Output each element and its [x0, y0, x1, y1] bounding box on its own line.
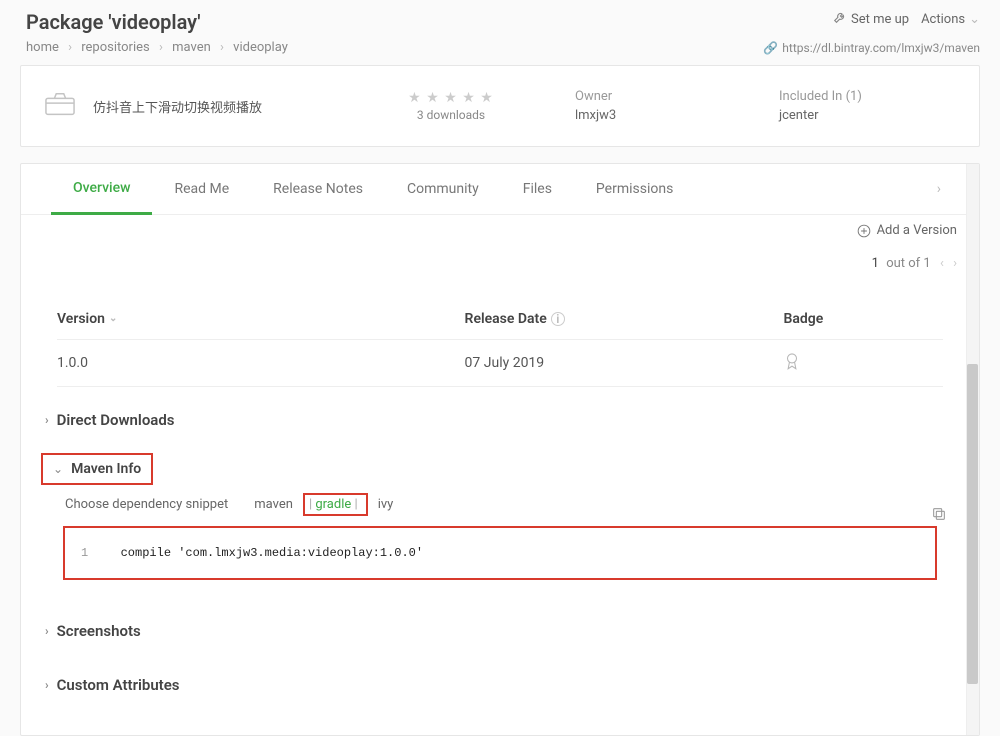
- set-me-up-button[interactable]: Set me up: [833, 10, 909, 28]
- chevron-down-icon: ⌄: [53, 462, 63, 476]
- col-version-header[interactable]: Version: [57, 311, 105, 327]
- included-in-label: Included In (1): [779, 89, 939, 104]
- pager-prev-icon[interactable]: ‹: [940, 256, 944, 271]
- tab-community[interactable]: Community: [385, 165, 501, 213]
- badge-ribbon-icon[interactable]: [784, 355, 800, 374]
- version-cell[interactable]: 1.0.0: [57, 355, 465, 371]
- link-icon: 🔗: [763, 41, 778, 55]
- section-maven-info[interactable]: ⌄ Maven Info: [41, 453, 153, 485]
- tab-permissions[interactable]: Permissions: [574, 165, 695, 213]
- breadcrumb-videoplay[interactable]: videoplay: [233, 40, 288, 55]
- pager-next-icon[interactable]: ›: [953, 256, 957, 271]
- tab-release-notes[interactable]: Release Notes: [251, 165, 385, 213]
- tab-overview[interactable]: Overview: [51, 164, 152, 215]
- tab-files[interactable]: Files: [501, 165, 574, 213]
- package-description: 仿抖音上下滑动切换视频播放: [93, 97, 363, 116]
- copy-icon[interactable]: [931, 506, 947, 526]
- scrollbar-thumb[interactable]: [967, 364, 978, 684]
- sort-caret-icon[interactable]: ⌄: [109, 313, 117, 324]
- scrollbar-track[interactable]: [966, 164, 979, 735]
- version-table-header: Version ⌄ Release Date i Badge: [57, 299, 943, 340]
- tabs: Overview Read Me Release Notes Community…: [21, 164, 979, 215]
- chevron-down-icon: ⌄: [969, 12, 980, 27]
- release-date-cell: 07 July 2019: [465, 355, 784, 371]
- section-direct-downloads[interactable]: › Direct Downloads: [39, 399, 961, 441]
- add-version-button[interactable]: Add a Version: [857, 223, 957, 238]
- package-summary-card: 仿抖音上下滑动切换视频播放 ★ ★ ★ ★ ★ 3 downloads Owne…: [20, 65, 980, 147]
- pager-current: 1: [872, 256, 879, 271]
- chevron-right-icon: ›: [45, 624, 49, 638]
- breadcrumb-repositories[interactable]: repositories: [81, 40, 149, 55]
- dependency-snippet-code[interactable]: 1 compile 'com.lmxjw3.media:videoplay:1.…: [63, 526, 937, 580]
- included-in-link[interactable]: jcenter: [779, 108, 939, 123]
- wrench-icon: [833, 10, 847, 28]
- col-badge-header: Badge: [784, 311, 824, 327]
- page-title: Package 'videoplay': [26, 10, 201, 34]
- info-icon[interactable]: i: [551, 312, 565, 326]
- breadcrumb-maven[interactable]: maven: [172, 40, 211, 55]
- actions-dropdown[interactable]: Actions ⌄: [921, 12, 980, 27]
- col-release-date-header[interactable]: Release Date: [465, 311, 547, 327]
- owner-link[interactable]: lmxjw3: [575, 108, 735, 123]
- content-card: Overview Read Me Release Notes Community…: [20, 163, 980, 736]
- section-custom-attributes[interactable]: › Custom Attributes: [39, 664, 961, 706]
- plus-circle-icon: [857, 224, 871, 238]
- snippet-tab-maven[interactable]: maven: [254, 497, 293, 512]
- package-icon: [45, 92, 75, 120]
- version-row[interactable]: 1.0.0 07 July 2019: [57, 340, 943, 387]
- breadcrumb-home[interactable]: home: [26, 40, 59, 55]
- rating-stars[interactable]: ★ ★ ★ ★ ★: [371, 90, 531, 106]
- tabs-scroll-right-icon[interactable]: ›: [929, 173, 949, 205]
- download-count: 3 downloads: [371, 108, 531, 122]
- snippet-tab-gradle[interactable]: gradle: [315, 497, 351, 512]
- pager: 1 out of 1 ‹ ›: [21, 246, 979, 299]
- chevron-right-icon: ›: [45, 413, 49, 427]
- snippet-choose-label: Choose dependency snippet: [65, 497, 228, 512]
- owner-label: Owner: [575, 89, 735, 104]
- maven-logo-icon: m: [983, 91, 1000, 121]
- tab-readme[interactable]: Read Me: [152, 165, 251, 213]
- chevron-right-icon: ›: [45, 678, 49, 692]
- breadcrumb: home › repositories › maven › videoplay: [26, 40, 288, 55]
- snippet-tab-ivy[interactable]: ivy: [378, 497, 394, 512]
- section-screenshots[interactable]: › Screenshots: [39, 610, 961, 652]
- repo-url-link[interactable]: 🔗https://dl.bintray.com/lmxjw3/maven: [763, 41, 980, 55]
